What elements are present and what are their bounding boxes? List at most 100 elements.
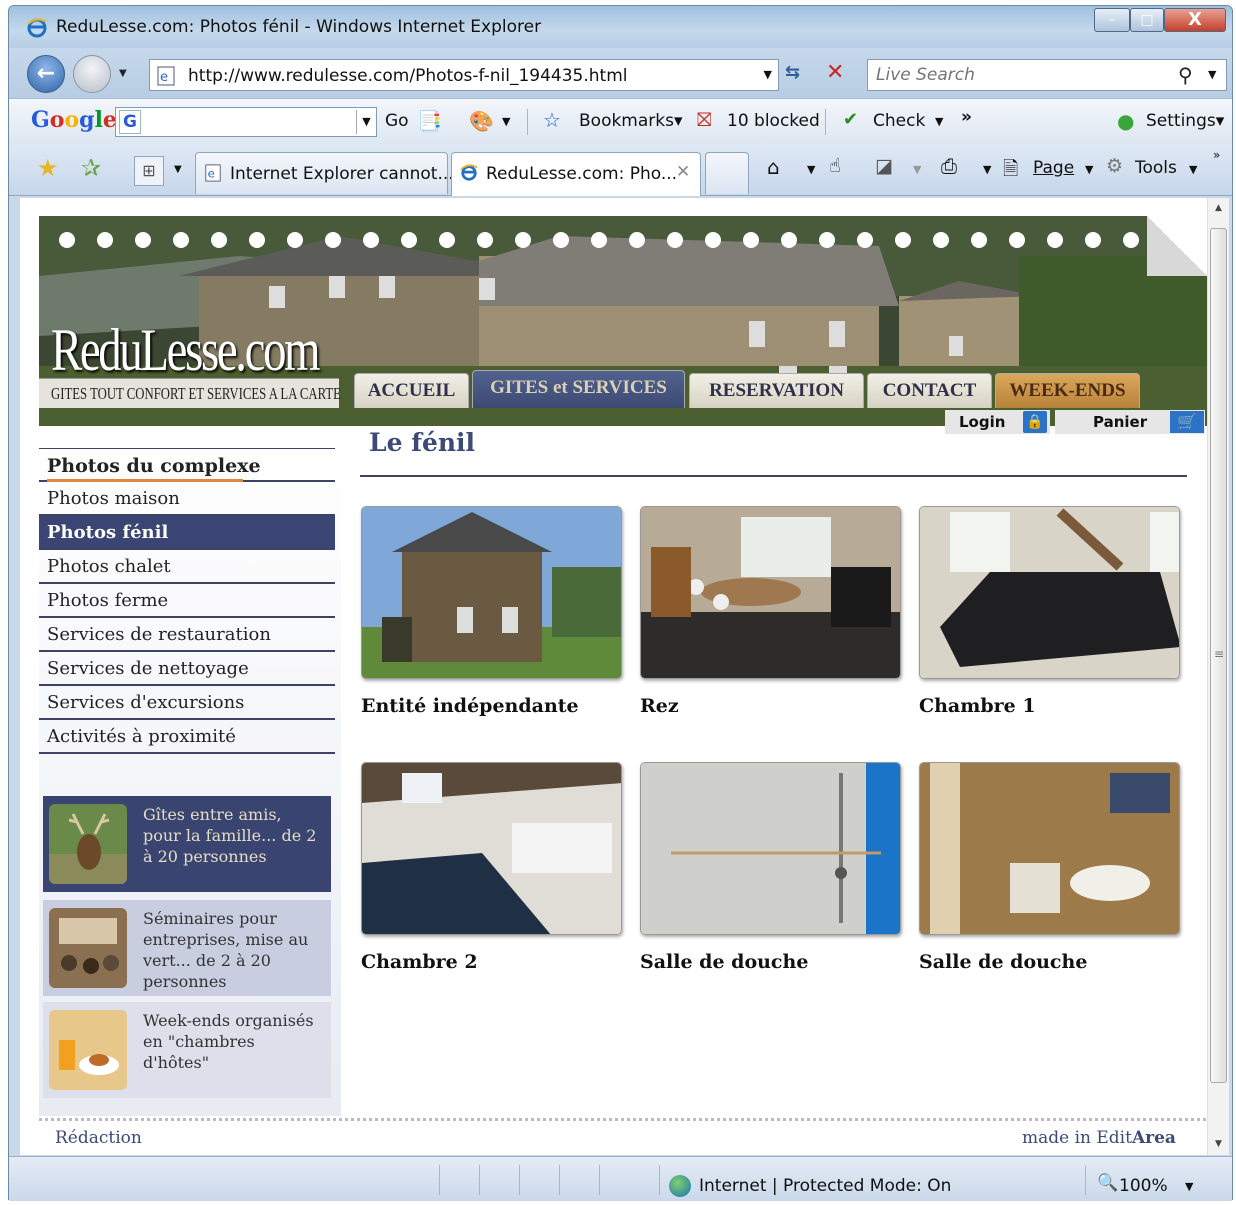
google-dropdown-icon[interactable]: ▼ [356, 110, 376, 134]
photo-caption[interactable]: Entité indépendante [361, 695, 579, 717]
nav-contact[interactable]: CONTACT [867, 373, 992, 408]
popup-blocker-icon[interactable]: ⛝ [697, 109, 711, 131]
sidebar-item-nettoyage[interactable]: Services de nettoyage [39, 652, 335, 686]
footer-redaction-link[interactable]: Rédaction [55, 1128, 142, 1148]
lock-icon[interactable]: 🔒 [1023, 411, 1047, 433]
nav-week-ends[interactable]: WEEK-ENDS [995, 373, 1140, 408]
photo-caption[interactable]: Salle de douche [919, 951, 1087, 973]
tab-list-dropdown-icon[interactable]: ▼ [174, 164, 182, 175]
sidebar-item-activites[interactable]: Activités à proximité [39, 720, 335, 754]
highlight-dropdown-icon[interactable]: ▼ [502, 115, 510, 128]
popup-blocked-count[interactable]: 10 blocked [727, 111, 820, 131]
page-dropdown-icon[interactable]: ▼ [1085, 163, 1093, 176]
search-box[interactable]: ⚲ ▼ [867, 59, 1227, 91]
sidebar-item-excursions[interactable]: Services d'excursions [39, 686, 335, 720]
highlight-icon[interactable]: 🎨 [469, 109, 494, 133]
back-button[interactable]: ← [27, 55, 65, 93]
feeds-icon[interactable]: ◪ [875, 155, 893, 177]
nav-gites-services[interactable]: GITES et SERVICES [472, 370, 685, 408]
photo-caption[interactable]: Rez [640, 695, 679, 717]
photo-caption[interactable]: Chambre 2 [361, 951, 478, 973]
toolbar-overflow-button[interactable]: » [961, 107, 972, 127]
new-tab-button[interactable] [705, 152, 749, 194]
photo-rez[interactable] [640, 506, 901, 679]
svg-text:e: e [208, 167, 215, 181]
page-menu[interactable]: Page [1033, 158, 1074, 178]
spellcheck-icon[interactable]: ✔ [843, 109, 858, 130]
search-icon[interactable]: ⚲ [1178, 63, 1193, 87]
tools-gear-icon[interactable]: ⚙ [1106, 155, 1123, 177]
quick-tabs-icon[interactable]: ⊞ [134, 156, 164, 186]
favorites-center-icon[interactable]: ★ [37, 154, 59, 182]
search-input[interactable] [868, 60, 1168, 90]
address-dropdown-icon[interactable]: ▼ [764, 68, 772, 81]
google-search-field[interactable]: G ▼ [115, 107, 377, 137]
research-icon[interactable]: ☝ [829, 155, 841, 177]
recent-pages-dropdown[interactable]: ▼ [119, 68, 127, 79]
sidebar-item-restauration[interactable]: Services de restauration [39, 618, 335, 652]
site-logo[interactable]: ReduLesse.com [51, 316, 321, 385]
photo-salle-de-douche-2[interactable] [919, 762, 1180, 935]
sidebar-item-photos-ferme[interactable]: Photos ferme [39, 584, 335, 618]
footer-credit-link[interactable]: made in EditArea [1022, 1128, 1176, 1148]
home-dropdown-icon[interactable]: ▼ [807, 163, 815, 176]
account-bar: Login 🔒 Panier 🛒 [945, 410, 1207, 436]
photo-salle-de-douche-1[interactable] [640, 762, 901, 935]
spellcheck-button[interactable]: Check [873, 111, 925, 131]
sidebar-title-text: Photos du complexe [47, 455, 261, 477]
vertical-scrollbar[interactable]: ▲ ≡ ▼ [1207, 198, 1229, 1155]
maximize-button[interactable]: □ [1130, 8, 1164, 32]
promo-seminaires[interactable]: Séminaires pour entreprises, mise au ver… [43, 900, 331, 996]
page-menu-icon[interactable]: 🗎 [1003, 155, 1018, 187]
tab-error-page[interactable]: e Internet Explorer cannot... [195, 152, 454, 194]
photo-chambre-1[interactable] [919, 506, 1180, 679]
google-go-button[interactable]: Go [385, 111, 409, 131]
search-dropdown-icon[interactable]: ▼ [1208, 68, 1216, 81]
nav-accueil[interactable]: ACCUEIL [354, 373, 469, 408]
zoom-level[interactable]: 100% [1119, 1176, 1168, 1196]
sidebar-item-photos-fenil[interactable]: Photos fénil [39, 516, 335, 550]
sidebar-item-photos-maison[interactable]: Photos maison [39, 482, 335, 516]
photo-caption[interactable]: Salle de douche [640, 951, 808, 973]
settings-button[interactable]: Settings▾ [1146, 111, 1224, 131]
feeds-dropdown-icon[interactable]: ▼ [913, 163, 921, 176]
photo-entite[interactable] [361, 506, 622, 679]
home-icon[interactable]: ⌂ [767, 155, 780, 179]
google-g-icon[interactable]: G [119, 110, 141, 134]
print-icon[interactable]: ⎙ [941, 154, 957, 178]
zoom-icon[interactable]: 🔍 [1097, 1173, 1118, 1193]
print-dropdown-icon[interactable]: ▼ [983, 163, 991, 176]
address-url[interactable]: http://www.redulesse.com/Photos-f-nil_19… [188, 66, 628, 86]
forward-button[interactable] [73, 55, 111, 93]
address-bar[interactable]: e http://www.redulesse.com/Photos-f-nil_… [149, 59, 779, 91]
spellcheck-dropdown-icon[interactable]: ▼ [935, 115, 943, 128]
command-overflow-button[interactable]: » [1213, 148, 1220, 162]
refresh-icon[interactable]: ⇆ [785, 62, 800, 83]
sidebar-item-photos-chalet[interactable]: Photos chalet [39, 550, 335, 584]
status-divider [599, 1165, 600, 1195]
cart-icon[interactable]: 🛒 [1170, 411, 1204, 433]
scroll-thumb[interactable]: ≡ [1210, 228, 1227, 1083]
zoom-dropdown-icon[interactable]: ▼ [1185, 1180, 1193, 1193]
add-favorites-icon[interactable]: ✰ [81, 154, 101, 182]
close-button[interactable]: X [1164, 8, 1226, 32]
scroll-down-arrow-icon[interactable]: ▼ [1208, 1134, 1229, 1155]
minimize-button[interactable]: – [1094, 8, 1130, 32]
tab-close-icon[interactable]: ✕ [676, 162, 690, 182]
nav-reservation[interactable]: RESERVATION [689, 373, 864, 408]
tab-redulesse[interactable]: ReduLesse.com: Pho... ✕ [451, 152, 701, 196]
header-dot [439, 232, 455, 248]
photo-caption[interactable]: Chambre 1 [919, 695, 1036, 717]
tools-dropdown-icon[interactable]: ▼ [1189, 163, 1197, 176]
sidebar-title[interactable]: Photos du complexe [39, 448, 335, 482]
stop-icon[interactable]: ✕ [826, 60, 844, 85]
photo-chambre-2[interactable] [361, 762, 622, 935]
promo-week-ends[interactable]: Week-ends organisés en "chambres d'hôtes… [43, 1002, 331, 1098]
bookmarks-star-icon[interactable]: ☆ [543, 108, 561, 132]
security-zone-status[interactable]: Internet | Protected Mode: On [699, 1176, 951, 1196]
promo-gites[interactable]: Gîtes entre amis, pour la famille... de … [43, 796, 331, 892]
pagerank-icon[interactable]: 📑 [417, 109, 442, 133]
bookmarks-button[interactable]: Bookmarks▾ [579, 111, 683, 131]
scroll-up-arrow-icon[interactable]: ▲ [1208, 198, 1229, 219]
tools-menu[interactable]: Tools [1135, 158, 1177, 178]
